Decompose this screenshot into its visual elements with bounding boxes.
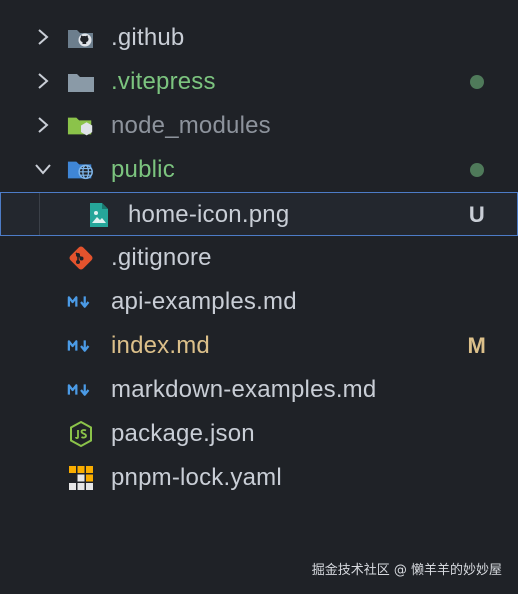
markdown-icon: [67, 333, 95, 359]
chevron-down-icon[interactable]: [32, 158, 54, 180]
node-folder-icon: [67, 113, 95, 139]
file-explorer: .github .vitepress node_modules public h…: [0, 16, 518, 500]
git-status-untracked: U: [468, 202, 485, 227]
tree-item-public-folder[interactable]: public: [0, 148, 518, 192]
tree-item-index-md[interactable]: index.md M: [0, 324, 518, 368]
tree-item-label: .github: [111, 24, 185, 51]
tree-item-github-folder[interactable]: .github: [0, 16, 518, 60]
git-icon: [67, 245, 95, 271]
tree-item-label: markdown-examples.md: [111, 376, 377, 403]
tree-item-label: api-examples.md: [111, 288, 297, 315]
git-status-dot: [470, 75, 484, 89]
indent-guide: [39, 193, 40, 235]
tree-item-label: public: [111, 156, 175, 183]
tree-item-home-icon-png[interactable]: home-icon.png U: [0, 192, 518, 236]
tree-item-label: .gitignore: [111, 244, 212, 271]
markdown-icon: [67, 377, 95, 403]
image-file-icon: [85, 202, 113, 228]
chevron-right-icon[interactable]: [32, 114, 54, 136]
folder-icon: [67, 69, 95, 95]
tree-item-label: package.json: [111, 420, 255, 447]
git-status-dot: [470, 163, 484, 177]
nodejs-icon: [67, 420, 95, 448]
github-folder-icon: [67, 25, 95, 51]
tree-item-api-examples-md[interactable]: api-examples.md: [0, 280, 518, 324]
tree-item-vitepress-folder[interactable]: .vitepress: [0, 60, 518, 104]
tree-item-label: .vitepress: [111, 68, 216, 95]
tree-item-markdown-examples-md[interactable]: markdown-examples.md: [0, 368, 518, 412]
watermark: 掘金技术社区 @ 懒羊羊的妙妙屋: [311, 563, 502, 578]
git-status-modified: M: [467, 333, 486, 358]
tree-item-pnpm-lock-yaml[interactable]: pnpm-lock.yaml: [0, 456, 518, 500]
public-folder-icon: [67, 157, 95, 183]
chevron-right-icon[interactable]: [32, 26, 54, 48]
markdown-icon: [67, 289, 95, 315]
chevron-right-icon[interactable]: [32, 70, 54, 92]
tree-item-label: index.md: [111, 332, 210, 359]
tree-item-node-modules-folder[interactable]: node_modules: [0, 104, 518, 148]
tree-item-package-json[interactable]: package.json: [0, 412, 518, 456]
tree-item-label: home-icon.png: [128, 201, 290, 228]
tree-item-label: pnpm-lock.yaml: [111, 464, 282, 491]
pnpm-icon: [67, 465, 95, 491]
tree-item-label: node_modules: [111, 112, 271, 139]
tree-item-gitignore[interactable]: .gitignore: [0, 236, 518, 280]
